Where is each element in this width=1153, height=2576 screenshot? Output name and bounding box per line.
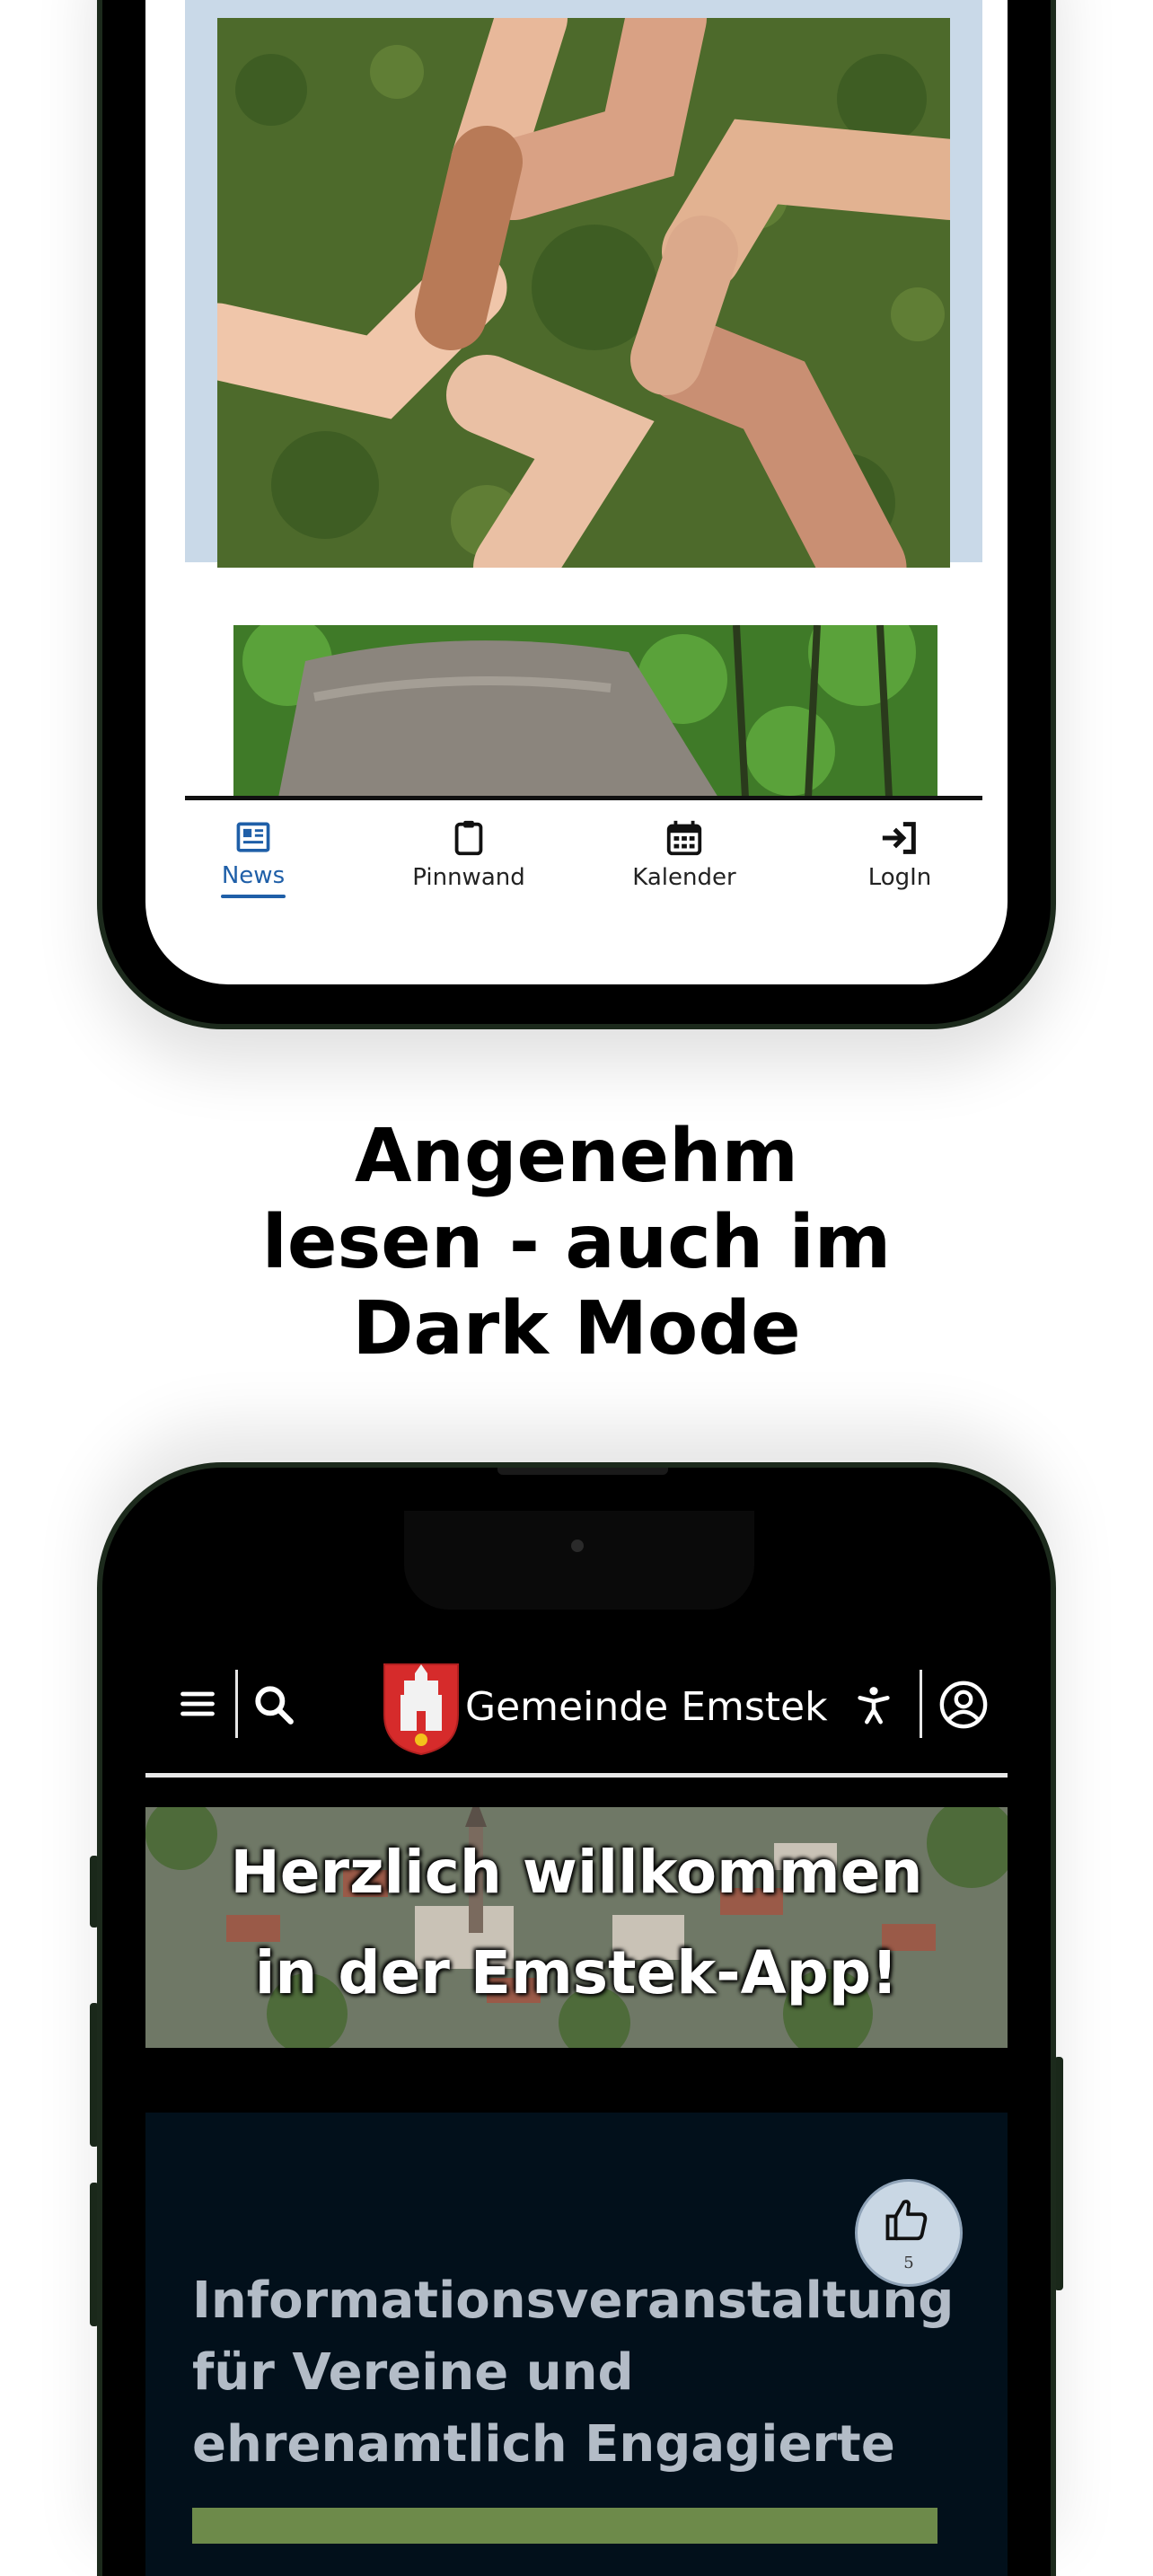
app-header: Gemeinde Emstek: [145, 1641, 1008, 1767]
header-divider: [235, 1670, 238, 1738]
bottom-phone-mockup: Gemeinde Emstek Herzlich willkommen in d…: [97, 1462, 1056, 2576]
app-title: Gemeinde Emstek: [465, 1684, 828, 1730]
promo-headline: Angenehm lesen - auch im Dark Mode: [0, 1114, 1153, 1372]
welcome-banner[interactable]: Herzlich willkommen in der Emstek-App!: [145, 1807, 1008, 2048]
hands-photo: [217, 18, 950, 568]
banner-line-2: in der Emstek-App!: [254, 1938, 899, 2007]
dynamic-island: [404, 1511, 754, 1610]
phone-speaker: [497, 1468, 668, 1475]
bottom-tab-bar: News Pinnwand Kalender LogIn: [145, 817, 1008, 898]
top-phone-screen: News Pinnwand Kalender LogIn: [145, 0, 1008, 984]
tab-news-label: News: [221, 862, 286, 890]
accessibility-icon[interactable]: [853, 1684, 894, 1725]
tab-kalender-label: Kalender: [632, 864, 736, 891]
municipality-crest-logo: [383, 1663, 459, 1756]
headline-line-2: lesen - auch im: [261, 1200, 892, 1285]
newspaper-icon: [236, 822, 270, 852]
thumbs-up-icon: [885, 2200, 928, 2241]
news-card-image-frame[interactable]: [185, 0, 982, 568]
header-divider: [920, 1670, 922, 1738]
search-icon[interactable]: [251, 1682, 296, 1727]
top-phone-mockup: News Pinnwand Kalender LogIn: [97, 0, 1056, 1029]
stone-photo[interactable]: [233, 625, 937, 798]
phone-bezel: News Pinnwand Kalender LogIn: [102, 0, 1051, 1024]
tabbar-divider: [185, 796, 982, 800]
login-icon: [882, 822, 916, 854]
headline-line-3: Dark Mode: [352, 1286, 801, 1372]
front-camera: [571, 1539, 584, 1552]
header-divider-line: [145, 1773, 1008, 1778]
active-tab-indicator: [221, 895, 286, 898]
tab-login-label: LogIn: [867, 864, 932, 891]
menu-icon[interactable]: [178, 1684, 217, 1724]
bottom-phone-screen: Gemeinde Emstek Herzlich willkommen in d…: [145, 1511, 1008, 2576]
tab-pinnwand-label: Pinnwand: [412, 864, 525, 891]
tab-login[interactable]: LogIn: [792, 817, 1008, 898]
tab-kalender[interactable]: Kalender: [576, 817, 792, 898]
clipboard-icon: [454, 820, 483, 856]
news-card[interactable]: 5 Informationsveranstaltung für Vereine …: [145, 2113, 1008, 2576]
news-image-preview[interactable]: [192, 2508, 937, 2544]
news-title[interactable]: Informationsveranstaltung für Vereine un…: [192, 2265, 955, 2481]
phone-bezel: Gemeinde Emstek Herzlich willkommen in d…: [102, 1468, 1051, 2576]
banner-line-1: Herzlich willkommen: [230, 1838, 923, 1907]
user-account-icon[interactable]: [937, 1679, 990, 1731]
calendar-icon: [666, 820, 702, 856]
tab-news[interactable]: News: [145, 817, 361, 898]
headline-line-1: Angenehm: [355, 1114, 798, 1199]
tab-pinnwand[interactable]: Pinnwand: [361, 817, 576, 898]
